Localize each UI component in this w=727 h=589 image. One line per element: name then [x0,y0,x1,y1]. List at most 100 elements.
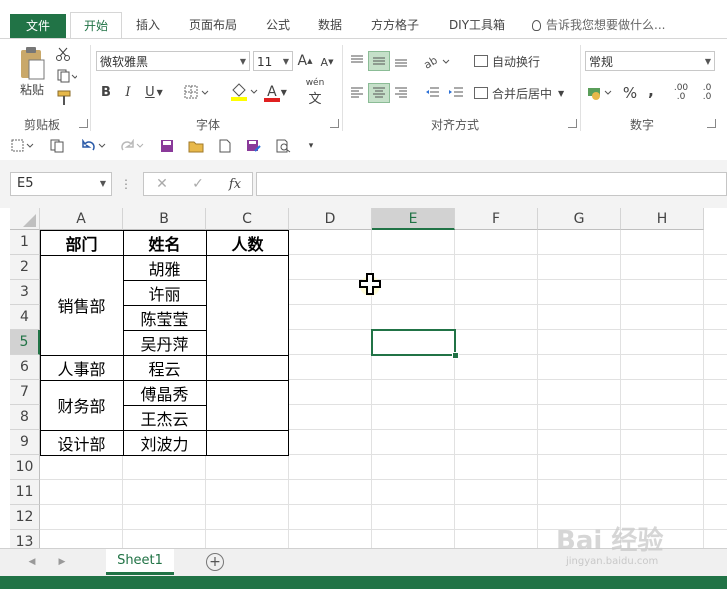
decrease-font-size-button[interactable]: A ▼ [318,53,336,71]
wrap-text-label: 自动换行 [492,54,541,69]
enter-icon[interactable]: ✓ [188,175,208,193]
bottom-align-icon[interactable] [392,51,410,71]
decrease-font-size-label: A [320,55,329,69]
fill-handle[interactable] [452,352,459,359]
phonetic-char-icon: 文 [308,91,322,107]
font-name-select[interactable]: 微软雅黑 ▼ [96,51,250,71]
increase-indent-icon[interactable] [446,83,466,103]
clipboard-dialog-launcher[interactable] [79,119,88,128]
new-sheet-icon[interactable]: + [206,553,224,571]
tab-fangfang[interactable]: 方方格子 [362,12,428,38]
scroll-right-icon[interactable]: ▶ [56,555,68,569]
cancel-icon[interactable]: ✕ [152,175,172,193]
number-dialog-launcher[interactable] [707,119,716,128]
customize-qat-icon[interactable]: ▾ [304,137,318,155]
chevron-down-icon: ▼ [558,88,565,98]
increase-font-size-button[interactable]: A ▲ [296,51,314,71]
middle-align-icon[interactable] [368,51,390,71]
active-cell-e5[interactable] [371,329,456,356]
ribbon-tab-bar: 文件 开始 插入 页面布局 公式 数据 方方格子 DIY工具箱 告诉我您想要做什… [0,0,727,39]
chevron-down-icon: ▼ [156,87,163,97]
redo-icon[interactable] [118,137,146,155]
formula-input[interactable] [256,172,727,196]
font-size-select[interactable]: 11 ▼ [253,51,293,71]
column-header-h[interactable]: H [621,208,704,230]
table-borders [40,230,289,456]
decrease-indent-icon[interactable] [422,83,442,103]
paste-button[interactable]: 粘贴 [14,81,50,97]
status-bar [0,576,727,589]
cut-icon[interactable] [54,45,72,63]
new-document-icon[interactable] [216,137,234,155]
svg-text:ab: ab [423,54,440,69]
quick-access-toolbar: ▾ [0,132,727,161]
baidu-watermark-url: jingyan.baidu.com [566,556,659,567]
insert-function-button[interactable]: fx [224,175,246,193]
orientation-icon[interactable]: ab [422,51,452,71]
row-header-11[interactable]: 11 [10,480,40,505]
align-right-icon[interactable] [392,83,410,103]
borders-icon[interactable] [10,138,36,154]
chevron-down-icon: ▼ [282,57,289,66]
sheet-tab-sheet1[interactable]: Sheet1 [106,549,174,575]
alignment-dialog-launcher[interactable] [568,119,577,128]
font-color-swatch [264,98,280,102]
font-dialog-launcher[interactable] [330,119,339,128]
tab-home[interactable]: 开始 [70,12,122,39]
percent-style-button[interactable]: % [620,83,640,103]
decrease-decimal-button[interactable]: .0.0 [696,83,718,103]
number-group-label: 数字 [629,118,654,132]
borders-button[interactable] [180,83,214,101]
save-as-icon[interactable] [244,137,264,155]
align-center-icon[interactable] [368,83,390,103]
number-format-select[interactable]: 常规 ▼ [585,51,715,71]
phonetic-guide-button[interactable]: wén 文 [302,78,328,107]
align-left-icon[interactable] [348,83,366,103]
font-color-button[interactable]: A ▼ [262,81,292,103]
gridline-horizontal [40,504,727,505]
undo-icon[interactable] [80,137,108,155]
open-folder-icon[interactable] [186,137,206,155]
tab-page-layout[interactable]: 页面布局 [180,12,246,38]
ribbon-home: 粘贴 剪贴板 微软雅黑 ▼ 11 ▼ A ▲ A ▼ B I U ▼ A ▼ wén 文 字体… [0,38,727,134]
column-header-g[interactable]: G [538,208,621,230]
print-preview-icon[interactable] [274,137,294,155]
italic-button[interactable]: I [120,83,136,101]
tab-insert[interactable]: 插入 [128,12,168,38]
merge-center-button[interactable]: 合并后居中 ▼ [474,83,574,103]
format-painter-icon[interactable] [54,89,74,107]
group-separator [580,45,581,131]
fill-color-button[interactable] [228,81,260,103]
copy-icon[interactable] [48,137,68,155]
tell-me-text: 告诉我您想要做什么... [546,18,666,32]
top-align-icon[interactable] [348,51,366,71]
save-icon[interactable] [158,137,176,155]
tab-diy[interactable]: DIY工具箱 [440,12,514,38]
paste-icon[interactable] [14,45,50,83]
column-header-e[interactable]: E [372,208,455,230]
underline-button[interactable]: U ▼ [142,83,166,101]
clipboard-group-label: 剪贴板 [23,118,60,132]
gridline-vertical [454,230,455,548]
increase-decimal-button[interactable]: .00.0 [670,83,692,103]
wrap-text-button[interactable]: 自动换行 [474,51,548,71]
copy-icon[interactable] [54,67,80,85]
tab-formulas[interactable]: 公式 [258,12,298,38]
tab-data[interactable]: 数据 [310,12,350,38]
scroll-left-icon[interactable]: ◀ [26,555,38,569]
formula-buttons: ✕ ✓ fx [143,172,253,196]
column-header-f[interactable]: F [455,208,538,230]
row-header-12[interactable]: 12 [10,505,40,530]
name-box[interactable]: E5 ▼ [10,172,112,196]
column-header-d[interactable]: D [289,208,372,230]
tell-me-search[interactable]: 告诉我您想要做什么... [532,12,665,38]
tab-file[interactable]: 文件 [10,14,66,38]
font-size-value: 11 [257,55,273,69]
row-header-13[interactable]: 13 [10,530,40,548]
comma-style-button[interactable]: , [644,81,658,101]
bold-button[interactable]: B [98,83,114,101]
more-options-icon[interactable]: ⋮ [120,176,132,192]
gridline-vertical [537,230,538,548]
group-separator [90,45,91,131]
accounting-format-icon[interactable] [586,83,616,103]
